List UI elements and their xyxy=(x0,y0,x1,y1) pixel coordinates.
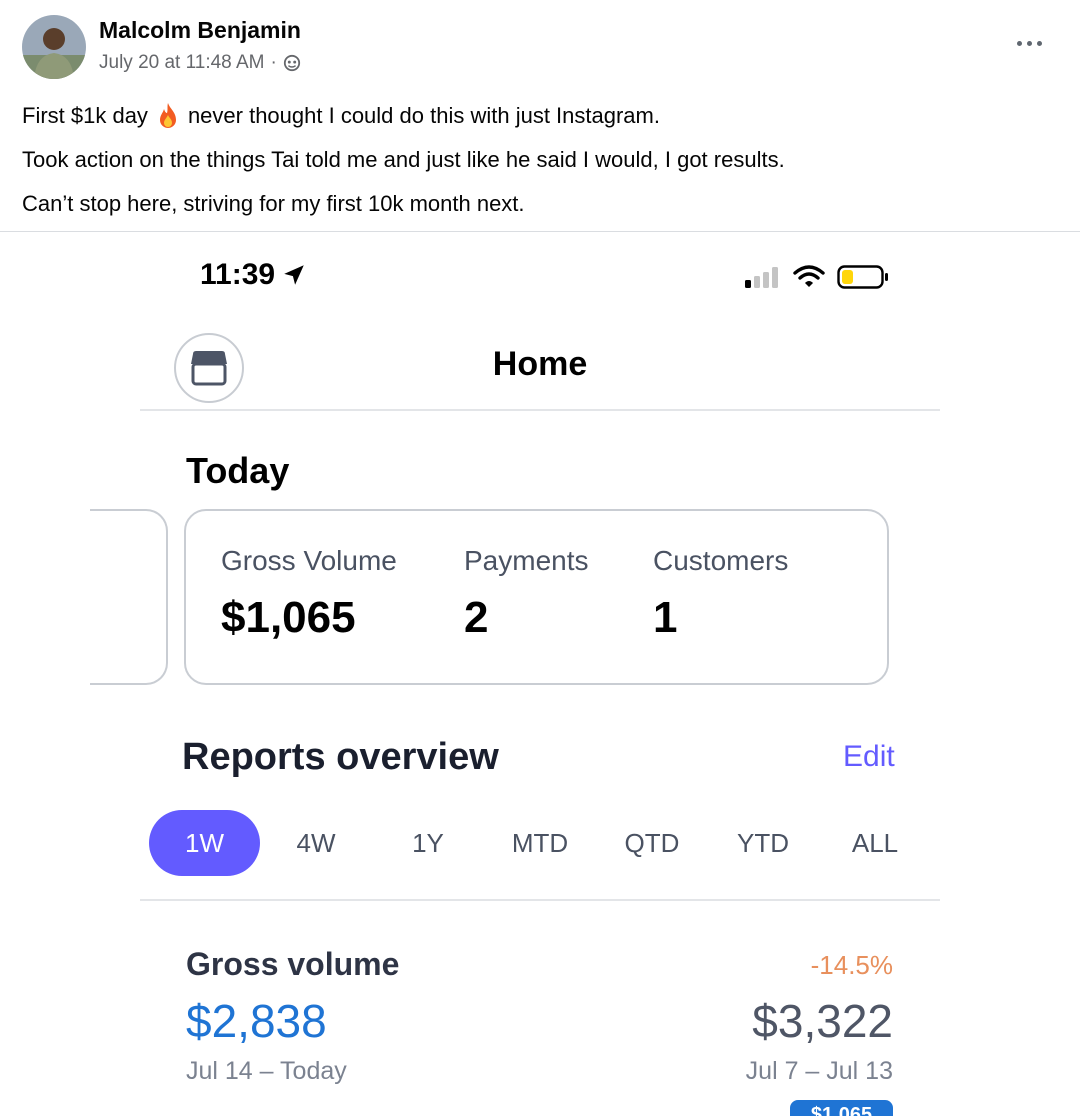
author-name[interactable]: Malcolm Benjamin xyxy=(99,17,301,44)
author-avatar[interactable] xyxy=(22,15,86,79)
post-line-2: Took action on the things Tai told me an… xyxy=(22,147,785,172)
more-dot-icon xyxy=(1036,40,1042,46)
period-tabs: 1W 4W 1Y MTD QTD YTD ALL xyxy=(149,810,929,876)
battery-low-icon xyxy=(837,265,888,289)
edit-button[interactable]: Edit xyxy=(843,740,895,774)
fire-emoji-icon xyxy=(159,103,176,128)
tab-qtd[interactable]: QTD xyxy=(607,810,697,876)
more-options-button[interactable] xyxy=(1014,33,1044,53)
chart-peak-badge: $1,065 xyxy=(790,1100,893,1116)
stat-payments: Payments 2 xyxy=(464,545,589,643)
store-button[interactable] xyxy=(174,333,244,403)
today-heading: Today xyxy=(186,450,290,491)
stat-customers: Customers 1 xyxy=(653,545,788,643)
wifi-icon xyxy=(793,265,825,287)
tab-1w[interactable]: 1W xyxy=(149,810,260,876)
store-icon xyxy=(191,351,227,386)
post-line-3: Can’t stop here, striving for my first 1… xyxy=(22,191,525,216)
cellular-signal-icon xyxy=(745,267,778,288)
post-image-phone-screenshot[interactable]: 11:39 Home Today Gross Volume $1,065 Pay… xyxy=(0,232,1080,1116)
status-bar-time: 11:39 xyxy=(200,258,307,292)
tab-1y[interactable]: 1Y xyxy=(383,810,473,876)
post-meta: July 20 at 11:48 AM · xyxy=(99,52,301,74)
gross-volume-title: Gross volume xyxy=(186,946,400,982)
stat-gross-volume: Gross Volume $1,065 xyxy=(221,545,397,643)
post-timestamp[interactable]: July 20 at 11:48 AM xyxy=(99,52,264,74)
reports-overview-heading: Reports overview xyxy=(182,736,499,778)
gross-volume-previous-value: $3,322 xyxy=(752,995,893,1047)
globe-icon xyxy=(283,54,300,72)
tab-ytd[interactable]: YTD xyxy=(718,810,808,876)
tabs-divider xyxy=(140,899,940,901)
gross-volume-current-range: Jul 14 – Today xyxy=(186,1057,347,1085)
stat-label: Customers xyxy=(653,545,789,576)
post-line-1: First $1k day never thought I could do t… xyxy=(22,94,785,138)
page-title: Home xyxy=(492,345,588,383)
tab-all[interactable]: ALL xyxy=(830,810,920,876)
gross-volume-change: -14.5% xyxy=(810,950,893,980)
post-line-1-end: never thought I could do this with just … xyxy=(187,103,660,128)
location-arrow-icon xyxy=(284,265,304,285)
stat-label: Gross Volume xyxy=(221,545,397,576)
meta-separator: · xyxy=(270,52,277,73)
gross-volume-previous-range: Jul 7 – Jul 13 xyxy=(745,1057,893,1085)
today-summary-card[interactable]: Gross Volume $1,065 Payments 2 Customers… xyxy=(184,509,889,685)
stat-value: $1,065 xyxy=(221,593,356,642)
post-text: First $1k day never thought I could do t… xyxy=(22,94,785,226)
stat-value: 1 xyxy=(653,593,678,642)
post-line-1-start: First $1k day xyxy=(22,103,148,128)
tab-mtd[interactable]: MTD xyxy=(495,810,585,876)
stat-value: 2 xyxy=(464,593,489,642)
nav-divider xyxy=(140,409,940,411)
status-time-text: 11:39 xyxy=(200,258,276,291)
more-dot-icon xyxy=(1016,40,1022,46)
stat-label: Payments xyxy=(464,545,589,576)
gross-volume-current-value: $2,838 xyxy=(186,995,327,1047)
more-dot-icon xyxy=(1026,40,1032,46)
previous-card-edge[interactable] xyxy=(90,509,168,685)
tab-4w[interactable]: 4W xyxy=(271,810,361,876)
